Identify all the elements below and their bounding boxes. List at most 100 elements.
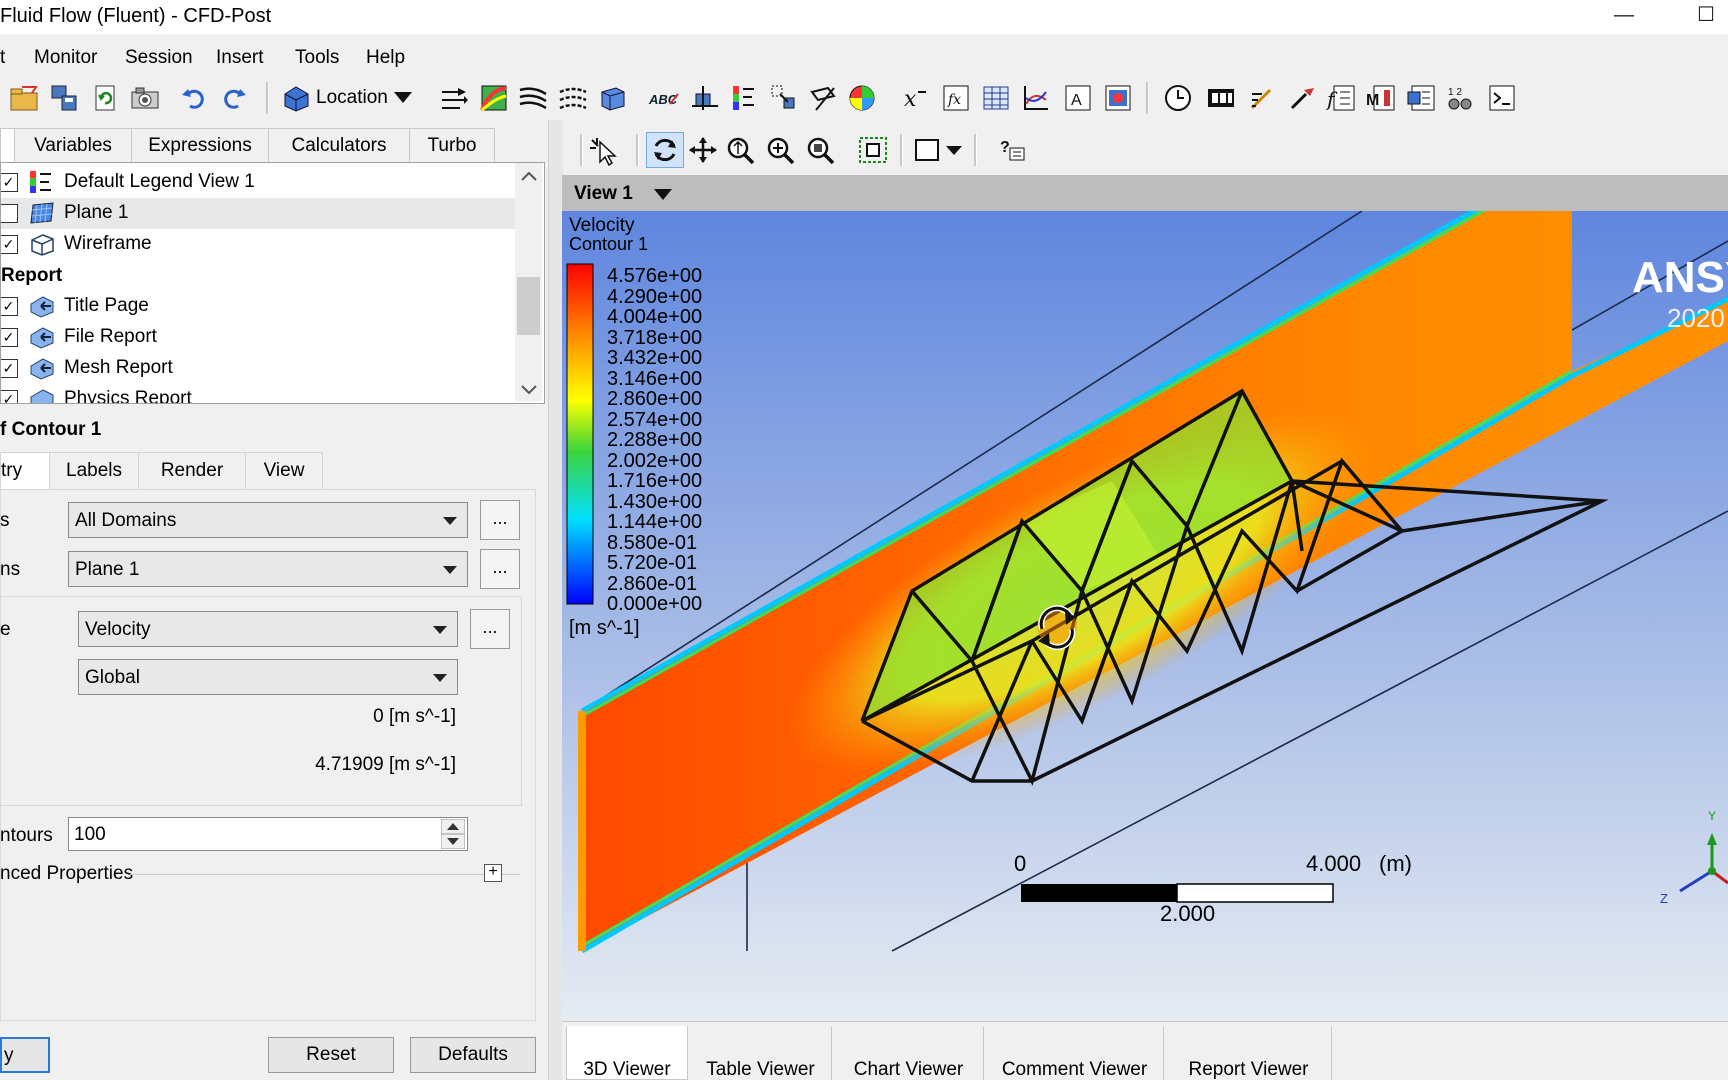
macro-calculator-icon[interactable]: M	[1366, 84, 1396, 112]
3d-viewport[interactable]: Velocity Contour 1 4.576e+00 4.290e+00 4…	[562, 211, 1728, 1021]
chevron-down-icon[interactable]	[394, 90, 412, 104]
domains-select[interactable]: All Domains	[68, 502, 468, 538]
menu-edit[interactable]: t	[0, 47, 5, 69]
tab-table-viewer[interactable]: Table Viewer	[690, 1026, 832, 1080]
tab-render[interactable]: Render	[138, 452, 246, 489]
tab-turbo[interactable]: Turbo	[409, 128, 495, 163]
variable-select[interactable]: Velocity	[78, 611, 458, 647]
refresh-icon[interactable]	[92, 84, 120, 112]
tree-checkbox[interactable]: ✓	[1, 297, 18, 316]
location-icon[interactable]	[281, 84, 311, 112]
tree-item-wireframe[interactable]: ✓ Wireframe	[1, 229, 516, 260]
chevron-down-icon[interactable]	[521, 385, 537, 395]
case-comparison-icon[interactable]: 1 2	[1446, 84, 1476, 112]
chevron-up-icon[interactable]	[521, 171, 537, 181]
undo-icon[interactable]	[180, 84, 208, 112]
streamline-icon[interactable]	[518, 84, 548, 112]
quick-editor-icon[interactable]	[1248, 84, 1276, 112]
defaults-button[interactable]: Defaults	[410, 1037, 536, 1073]
zoom-icon[interactable]	[726, 136, 756, 164]
range-select[interactable]: Global	[78, 659, 458, 695]
tab-calculators[interactable]: Calculators	[268, 128, 410, 163]
tab-report-viewer[interactable]: Report Viewer	[1166, 1026, 1332, 1080]
tab-chart-viewer[interactable]: Chart Viewer	[834, 1026, 984, 1080]
text-icon[interactable]: ABC	[648, 84, 680, 112]
splitter[interactable]	[548, 120, 563, 1080]
view-title[interactable]: View 1	[574, 183, 633, 205]
command-editor-icon[interactable]	[1488, 84, 1516, 112]
minimize-button[interactable]: —	[1604, 2, 1644, 30]
tab-3d-viewer[interactable]: 3D Viewer	[566, 1026, 688, 1080]
tree-scrollbar[interactable]	[515, 163, 542, 401]
contours-spinbox[interactable]: 100	[68, 817, 468, 851]
tree-group-report[interactable]: Report	[1, 265, 62, 287]
location-label[interactable]: Location	[316, 87, 388, 109]
redo-icon[interactable]	[220, 84, 248, 112]
tree-checkbox[interactable]: ✓	[1, 390, 18, 403]
scrollbar-thumb[interactable]	[517, 277, 540, 335]
color-map-icon[interactable]	[848, 84, 876, 112]
save-state-icon[interactable]	[50, 84, 80, 112]
camera-icon[interactable]	[130, 84, 160, 112]
probe-icon[interactable]	[1288, 84, 1316, 112]
tab-geometry[interactable]: try	[0, 452, 50, 489]
tree-item-plane-1[interactable]: Plane 1	[1, 198, 516, 229]
tree-item-title-page[interactable]: ✓ Title Page	[1, 291, 516, 322]
clip-plane-icon[interactable]	[808, 84, 838, 112]
tab-expressions[interactable]: Expressions	[131, 128, 269, 163]
zoom-fit-icon[interactable]	[806, 136, 836, 164]
apply-button[interactable]: y	[0, 1037, 50, 1073]
coordinate-frame-icon[interactable]	[690, 84, 720, 112]
tab-comment-viewer[interactable]: Comment Viewer	[986, 1026, 1164, 1080]
volume-icon[interactable]	[598, 84, 628, 112]
menu-tools[interactable]: Tools	[295, 47, 339, 69]
tree-checkbox[interactable]: ✓	[1, 235, 18, 254]
variable-icon[interactable]: x	[902, 84, 930, 112]
chevron-down-icon[interactable]	[654, 187, 672, 201]
function-calculator-icon[interactable]: f	[1326, 84, 1356, 112]
tab-variables[interactable]: Variables	[14, 128, 132, 163]
tab-labels[interactable]: Labels	[49, 452, 139, 489]
maximize-button[interactable]: ☐	[1686, 2, 1726, 30]
pan-icon[interactable]	[688, 136, 718, 164]
menu-session[interactable]: Session	[125, 47, 193, 69]
spin-arrows-icon[interactable]	[441, 819, 465, 849]
contour-icon[interactable]	[480, 84, 508, 112]
tree-checkbox[interactable]: ✓	[1, 173, 18, 192]
mesh-calculator-icon[interactable]	[1406, 84, 1436, 112]
expression-icon[interactable]: fx	[942, 84, 970, 112]
tree-checkbox[interactable]: ✓	[1, 359, 18, 378]
tree-item-file-report[interactable]: ✓ File Report	[1, 322, 516, 353]
tree-item-physics-report[interactable]: ✓ Physics Report	[1, 384, 516, 403]
tab-view[interactable]: View	[245, 452, 323, 489]
instance-transform-icon[interactable]	[770, 84, 798, 112]
tree-checkbox[interactable]	[1, 204, 18, 223]
tab-outline[interactable]	[0, 128, 15, 163]
tree-item-default-legend-view[interactable]: ✓ Default Legend View 1	[1, 167, 516, 198]
select-pointer-icon[interactable]	[588, 136, 620, 166]
tree-item-mesh-report[interactable]: ✓ Mesh Report	[1, 353, 516, 384]
vector-icon[interactable]	[440, 84, 470, 112]
locations-select[interactable]: Plane 1	[68, 551, 468, 587]
reset-button[interactable]: Reset	[268, 1037, 394, 1073]
rotate-icon[interactable]	[650, 136, 680, 164]
clock-icon[interactable]	[1164, 84, 1192, 112]
legend-icon[interactable]	[730, 84, 758, 112]
chevron-down-icon[interactable]	[946, 144, 962, 156]
table-icon[interactable]	[982, 84, 1010, 112]
comment-icon[interactable]: A	[1064, 84, 1092, 112]
fit-view-icon[interactable]	[858, 136, 888, 164]
variable-more-button[interactable]: ...	[470, 609, 510, 649]
menu-insert[interactable]: Insert	[216, 47, 264, 69]
menu-monitor[interactable]: Monitor	[34, 47, 97, 69]
menu-help[interactable]: Help	[366, 47, 405, 69]
locations-more-button[interactable]: ...	[480, 549, 520, 589]
expand-icon[interactable]: +	[484, 864, 502, 882]
chart-icon[interactable]	[1022, 84, 1050, 112]
particle-track-icon[interactable]	[558, 84, 588, 112]
figure-icon[interactable]	[1104, 84, 1132, 112]
tree-checkbox[interactable]: ✓	[1, 328, 18, 347]
zoom-box-icon[interactable]	[766, 136, 796, 164]
whats-this-help-icon[interactable]: ?	[998, 136, 1028, 164]
animation-icon[interactable]	[1206, 84, 1236, 112]
